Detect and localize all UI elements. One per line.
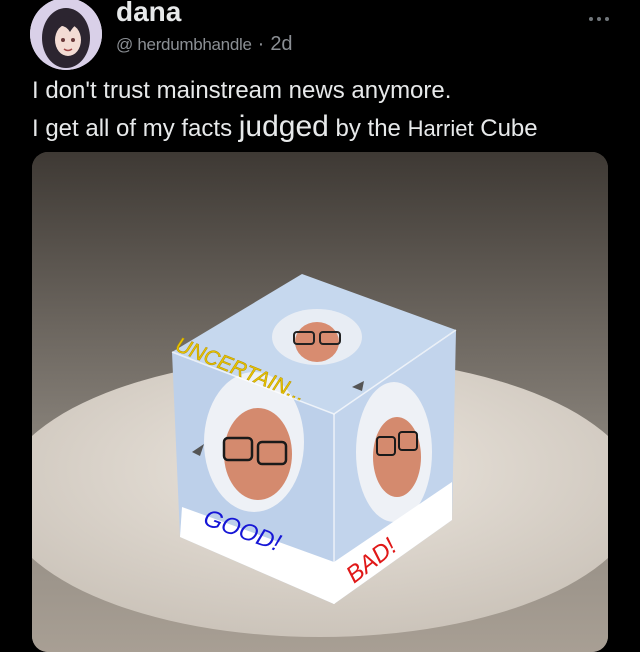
author-avatar[interactable] (30, 0, 102, 70)
tweet-text-harriet: Harriet (407, 116, 474, 141)
user-handle[interactable]: @ herdumbhandle (116, 35, 252, 55)
avatar-image (30, 0, 102, 70)
tweet-text-judged: judged (238, 110, 329, 143)
display-name[interactable]: dana (116, 0, 181, 28)
more-horizontal-icon[interactable] (588, 6, 610, 27)
tweet-text-line-1: I don't trust mainstream news anymore. (32, 77, 452, 104)
tweet-text-part: by the (328, 115, 408, 142)
tweet-text-line-2: I get all of my facts judged by the Harr… (32, 110, 538, 144)
timestamp[interactable]: 2d (270, 33, 292, 56)
tweet-text-part: I get all of my facts (32, 115, 239, 142)
cube-photo: UNCERTAIN... GOOD! BAD! (32, 152, 608, 652)
tweet-media-image[interactable]: UNCERTAIN... GOOD! BAD! (32, 152, 608, 652)
separator-dot: · (257, 33, 265, 55)
handle-line: @ herdumbhandle · 2d (116, 33, 293, 56)
tweet-text-part: Cube (473, 115, 538, 142)
